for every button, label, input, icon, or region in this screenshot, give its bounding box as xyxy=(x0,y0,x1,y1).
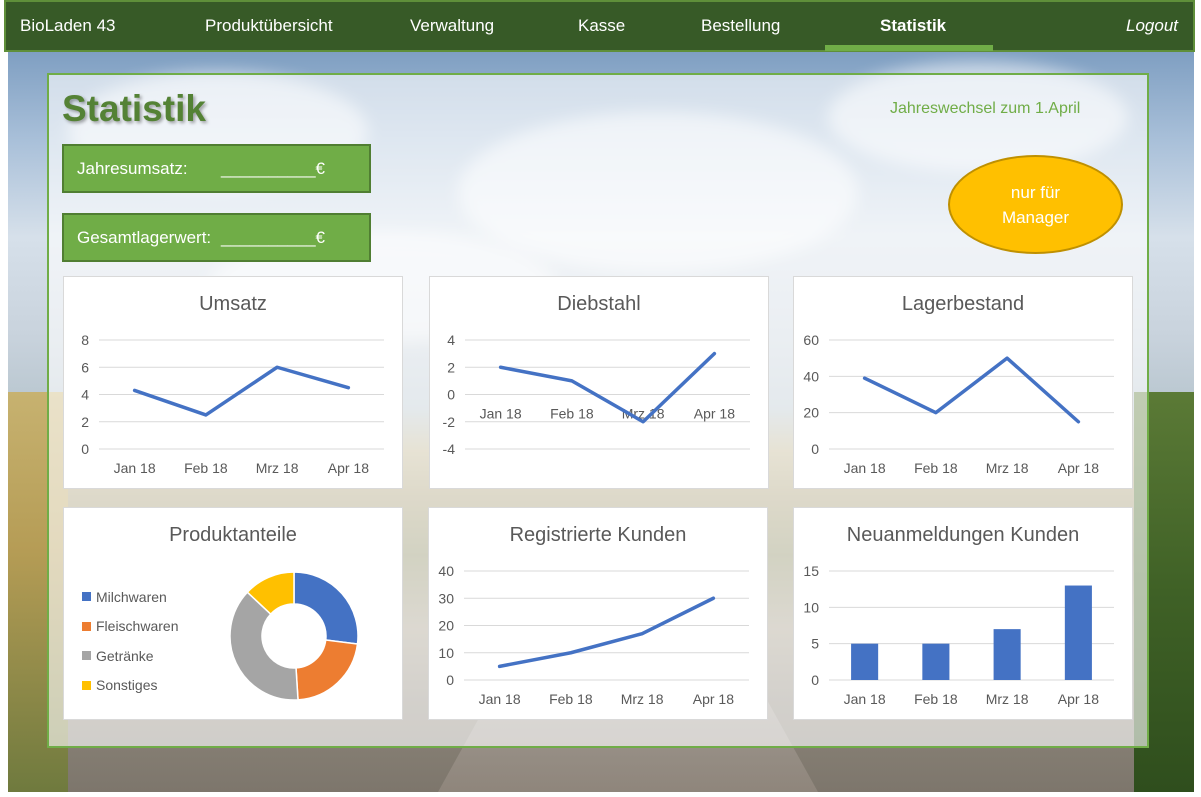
bar xyxy=(851,643,879,680)
revenue-value: __________€ xyxy=(221,159,326,178)
donut-slice xyxy=(295,639,359,701)
revenue-label: Jahresumsatz: xyxy=(77,158,188,178)
y-tick-label: -4 xyxy=(443,441,456,457)
stock-value-box: Gesamtlagerwert: __________€ xyxy=(62,213,371,262)
x-tick-label: Apr 18 xyxy=(693,691,734,707)
stock-value-label: Gesamtlagerwert: xyxy=(77,227,212,247)
bar xyxy=(993,629,1021,680)
donut-slice xyxy=(293,571,359,645)
y-tick-label: 40 xyxy=(438,563,454,579)
y-tick-label: 5 xyxy=(811,636,819,652)
series-line xyxy=(498,351,717,424)
x-tick-label: Feb 18 xyxy=(184,460,228,476)
x-tick-label: Jan 18 xyxy=(480,406,522,422)
nav-item-verwaltung[interactable]: Verwaltung xyxy=(410,16,494,36)
chart-produktanteile: Produktanteile Milchwaren Fleischwaren Get… xyxy=(63,507,403,720)
x-tick-label: Jan 18 xyxy=(114,460,156,476)
x-tick-label: Mrz 18 xyxy=(986,460,1029,476)
y-tick-label: -2 xyxy=(443,414,456,430)
chart-registrierte-kunden: Registrierte Kunden 0 10 20 30 40 Jan 18 Feb 1… xyxy=(428,507,768,720)
chart-neuanmeldungen-kunden: Neuanmeldungen Kunden 0 5 10 15 Jan 18 Feb 18… xyxy=(793,507,1133,720)
y-tick-label: 40 xyxy=(803,368,819,384)
x-tick-label: Apr 18 xyxy=(1058,691,1099,707)
chart-umsatz: Umsatz 0 2 4 6 8 Jan 18 Feb 18 Mrz 18 Apr 18 xyxy=(63,276,403,489)
y-tick-label: 6 xyxy=(81,359,89,375)
y-tick-label: 0 xyxy=(446,672,454,688)
y-tick-label: 20 xyxy=(803,405,819,421)
y-tick-label: 0 xyxy=(447,387,455,403)
y-tick-label: 4 xyxy=(81,387,89,403)
bar xyxy=(1064,585,1092,680)
top-navigation: BioLaden 43 Produktübersicht Verwaltung … xyxy=(4,0,1195,52)
x-tick-label: Jan 18 xyxy=(479,691,521,707)
x-tick-label: Feb 18 xyxy=(914,691,958,707)
x-tick-label: Jan 18 xyxy=(844,691,886,707)
series-line xyxy=(497,596,716,669)
x-tick-label: Feb 18 xyxy=(914,460,958,476)
y-tick-label: 2 xyxy=(81,414,89,430)
nav-item-produktuebersicht[interactable]: Produktübersicht xyxy=(205,16,333,36)
y-tick-label: 10 xyxy=(438,645,454,661)
y-tick-label: 15 xyxy=(803,563,819,579)
y-tick-label: 8 xyxy=(81,332,89,348)
y-tick-label: 30 xyxy=(438,590,454,606)
y-tick-label: 0 xyxy=(81,441,89,457)
nav-item-bestellung[interactable]: Bestellung xyxy=(701,16,780,36)
y-tick-label: 2 xyxy=(447,359,455,375)
nav-item-statistik[interactable]: Statistik xyxy=(880,16,946,36)
x-tick-label: Apr 18 xyxy=(328,460,369,476)
y-tick-label: 60 xyxy=(803,332,819,348)
x-tick-label: Feb 18 xyxy=(549,691,593,707)
x-tick-label: Mrz 18 xyxy=(256,460,299,476)
y-tick-label: 0 xyxy=(811,672,819,688)
nav-item-kasse[interactable]: Kasse xyxy=(578,16,625,36)
series-line xyxy=(132,365,351,417)
chart-diebstahl: Diebstahl -4 -2 0 2 4 Jan 18 Feb 18 Mrz 18 Apr 1… xyxy=(429,276,769,489)
chart-lagerbestand: Lagerbestand 0 20 40 60 Jan 18 Feb 18 Mrz 18 Ap… xyxy=(793,276,1133,489)
stock-value-value: __________€ xyxy=(221,228,326,247)
y-tick-label: 0 xyxy=(811,441,819,457)
y-tick-label: 20 xyxy=(438,618,454,634)
y-tick-label: 10 xyxy=(803,599,819,615)
x-tick-label: Feb 18 xyxy=(550,406,594,422)
y-tick-label: 4 xyxy=(447,332,455,348)
x-tick-label: Mrz 18 xyxy=(621,691,664,707)
logout-link[interactable]: Logout xyxy=(1126,16,1178,36)
manager-only-badge: nur für Manager xyxy=(948,155,1123,254)
page-title: Statistik xyxy=(62,88,206,129)
brand-label[interactable]: BioLaden 43 xyxy=(20,16,115,36)
fiscal-year-note: Jahreswechsel zum 1.April xyxy=(890,100,1081,117)
bar xyxy=(922,643,950,680)
x-tick-label: Apr 18 xyxy=(1058,460,1099,476)
x-tick-label: Mrz 18 xyxy=(986,691,1029,707)
x-tick-label: Apr 18 xyxy=(694,406,735,422)
x-tick-label: Jan 18 xyxy=(844,460,886,476)
active-tab-indicator xyxy=(825,45,993,51)
revenue-box: Jahresumsatz: __________€ xyxy=(62,144,371,193)
